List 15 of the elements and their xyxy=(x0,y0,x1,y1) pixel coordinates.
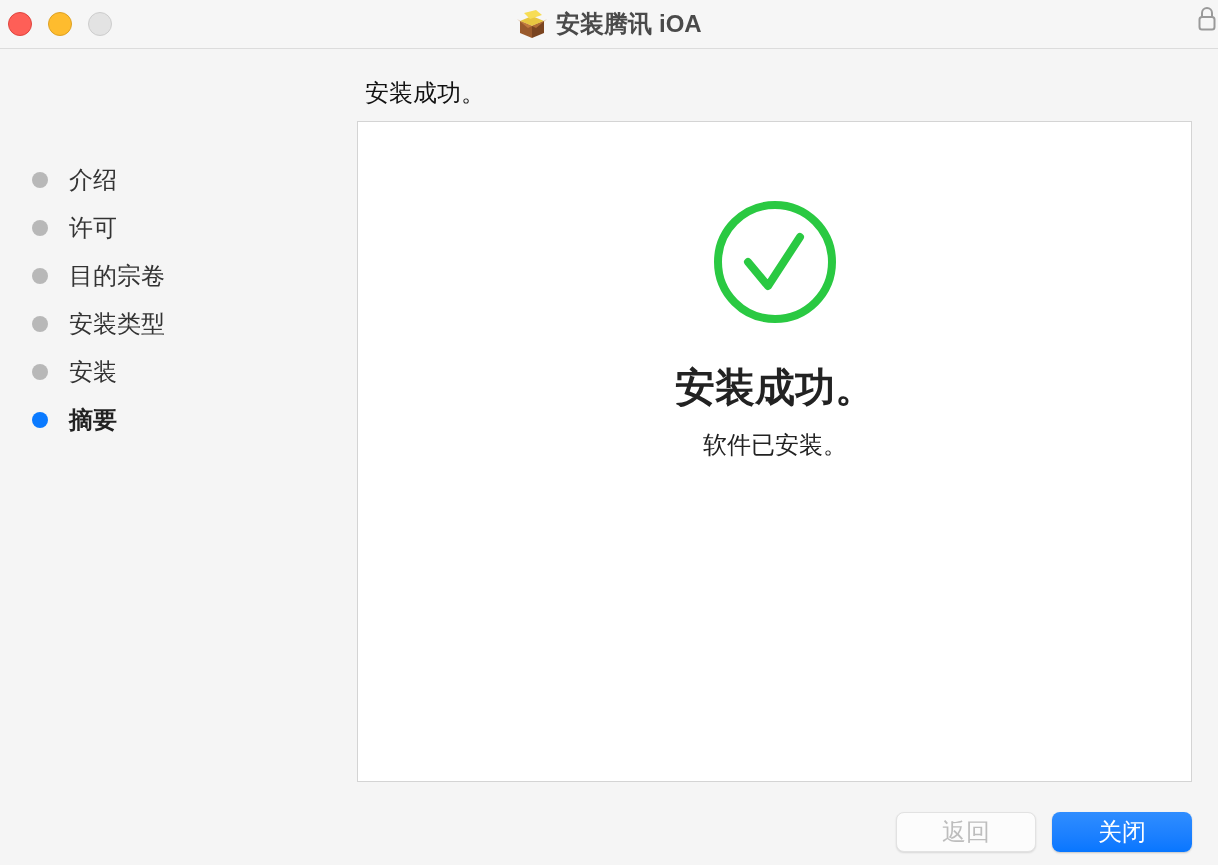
minimize-icon[interactable] xyxy=(48,12,72,36)
step-label: 摘要 xyxy=(69,405,117,435)
status-title: 安装成功。 xyxy=(674,364,875,411)
primary-button[interactable]: 关闭 xyxy=(1052,812,1192,852)
step-label: 目的宗卷 xyxy=(69,261,165,291)
check-circle-icon xyxy=(712,200,837,324)
step-label: 介绍 xyxy=(69,165,117,195)
lock-icon xyxy=(1198,6,1216,31)
step-label: 许可 xyxy=(69,213,117,243)
step-label: 安装类型 xyxy=(69,309,165,339)
window-title: 安装腾讯 iOA xyxy=(556,9,702,39)
status-message: 软件已安装。 xyxy=(702,430,847,460)
close-icon[interactable] xyxy=(8,12,32,36)
step-label: 安装 xyxy=(69,357,117,387)
page-heading: 安装成功。 xyxy=(365,78,485,108)
